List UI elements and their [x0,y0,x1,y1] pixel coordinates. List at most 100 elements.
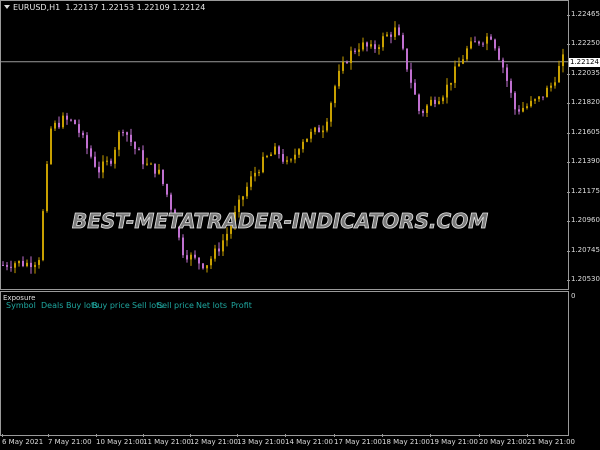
x-tick [430,434,431,437]
candle-body [194,254,196,258]
candle-body [534,99,536,101]
candle [442,95,444,105]
x-tick [2,434,3,437]
x-tick [527,434,528,437]
symbol-title: EURUSD,H1 1.22137 1.22153 1.22109 1.2212… [4,3,205,12]
candle [146,157,148,166]
candle-body [94,156,96,167]
candle [130,128,132,147]
candle [134,141,136,155]
candle-body [34,264,36,268]
candle [2,261,4,266]
x-tick [382,434,383,437]
candle [262,152,264,174]
candle-body [282,154,284,162]
candle-body [390,34,392,37]
candle [106,156,108,166]
candle-body [530,100,532,107]
candle-body [98,166,100,173]
candle-body [418,94,420,111]
candle [534,98,536,104]
candle-body [438,101,440,104]
candle [422,109,424,117]
candle-body [214,248,216,259]
candle [30,256,32,274]
candle-body [554,82,556,86]
candle [478,40,480,46]
current-price-tag: 1.22124 [569,57,600,67]
candle-body [446,84,448,98]
candle-body [394,27,396,37]
candle-body [166,184,168,195]
candle-body [354,50,356,52]
candle [562,48,564,73]
candle [338,64,340,89]
candle-body [22,260,24,267]
y-tick-label: 1.20960 [571,216,600,225]
candle [214,244,216,262]
open-value: 1.22137 [65,3,99,12]
candle-body [430,99,432,106]
candle [450,82,452,91]
x-tick [334,434,335,437]
x-tick-label: 11 May 21:00 [143,438,192,446]
x-tick-label: 20 May 21:00 [479,438,528,446]
candle-body [250,176,252,187]
candle [274,142,276,155]
candle [414,79,416,95]
candle-body [538,96,540,100]
candle [346,60,348,65]
col-buy-price: Buy price [92,301,130,310]
candle [70,118,72,122]
candle-body [370,44,372,47]
y-tick [567,73,570,75]
candle-body [426,105,428,113]
candle-body [134,142,136,149]
y-tick [567,162,570,164]
candle-body [150,163,152,165]
x-tick-label: 12 May 21:00 [190,438,239,446]
candle-body [266,156,268,158]
candle-body [270,154,272,157]
y-tick [567,191,570,193]
candle-body [306,138,308,142]
x-tick [285,434,286,437]
candle [434,96,436,108]
candle-body [242,196,244,200]
candle [22,256,24,268]
candle [370,40,372,49]
candle-body [334,86,336,104]
candle [194,250,196,260]
candle [290,158,292,163]
candle-body [118,132,120,150]
candle-body [314,127,316,132]
candle [378,44,380,55]
main-chart-window[interactable]: EURUSD,H1 1.22137 1.22153 1.22109 1.2212… [0,0,600,290]
candle-body [350,50,352,64]
candle-body [6,265,8,267]
candle [354,48,356,55]
candle-body [470,41,472,49]
candle-body [110,160,112,164]
candle-body [186,255,188,260]
candle-body [414,82,416,95]
candle-body [218,248,220,252]
candle [314,126,316,135]
candle [218,242,220,256]
exposure-subwindow[interactable]: Exposure Symbol Deals Buy lots Buy price… [0,291,600,436]
col-deals: Deals [41,301,64,310]
candle-body [86,135,88,149]
candle [454,60,456,89]
candle-body [474,41,476,43]
candle [430,96,432,107]
candle-body [550,85,552,88]
x-tick [479,434,480,437]
y-tick-label: 1.21820 [571,98,600,107]
candle [538,96,540,102]
candle [394,21,396,40]
candle-body [30,262,32,268]
candle [362,37,364,52]
candle [198,257,200,270]
candle [318,124,320,133]
candle [122,129,124,137]
